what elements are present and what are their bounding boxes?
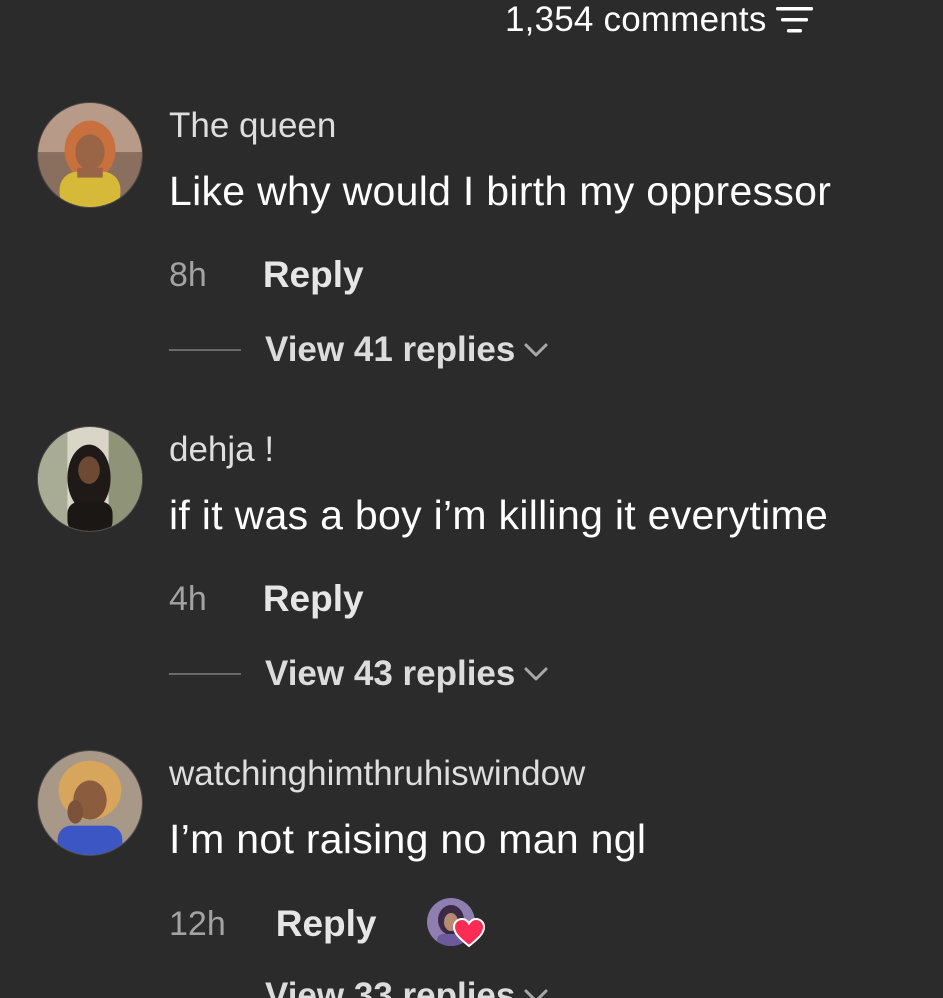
comment-meta: 12h Reply <box>169 898 485 950</box>
divider-line <box>169 673 241 675</box>
view-replies-row: View 33 replies <box>169 976 549 998</box>
avatar[interactable] <box>37 750 143 856</box>
chevron-down-icon <box>524 343 548 357</box>
avatar[interactable] <box>37 426 143 532</box>
comment-time: 8h <box>169 255 207 294</box>
comment-username[interactable]: The queen <box>169 106 336 146</box>
view-replies-label: View 43 replies <box>265 654 516 693</box>
comment-text: I’m not raising no man ngl <box>169 816 647 862</box>
comment-meta: 4h Reply <box>169 578 364 620</box>
comment-count: 1,354 comments <box>505 0 767 39</box>
filter-lines-icon[interactable] <box>775 4 815 36</box>
view-replies-button[interactable]: View 43 replies <box>265 654 549 694</box>
comment-username[interactable]: dehja ! <box>169 430 274 470</box>
comment-text: Like why would I birth my oppressor <box>169 168 832 214</box>
comment-meta: 8h Reply <box>169 254 364 296</box>
view-replies-label: View 33 replies <box>265 976 516 998</box>
reply-button[interactable]: Reply <box>276 903 377 945</box>
comment-text: if it was a boy i’m killing it everytime <box>169 492 829 538</box>
avatar[interactable] <box>37 102 143 208</box>
comments-panel: 1,354 comments The queen Like why would … <box>0 0 943 998</box>
creator-liked-badge <box>426 898 485 950</box>
comments-header: 1,354 comments <box>505 0 815 40</box>
comment-username[interactable]: watchinghimthruhiswindow <box>169 754 585 794</box>
comment-time: 12h <box>169 904 226 943</box>
chevron-down-icon <box>524 667 548 681</box>
chevron-down-icon <box>524 989 548 998</box>
heart-icon <box>452 918 485 948</box>
view-replies-label: View 41 replies <box>265 330 516 369</box>
reply-button[interactable]: Reply <box>263 254 364 296</box>
view-replies-button[interactable]: View 41 replies <box>265 330 549 370</box>
divider-line <box>169 349 241 351</box>
view-replies-button[interactable]: View 33 replies <box>265 976 549 998</box>
view-replies-row: View 43 replies <box>169 654 549 694</box>
comment-time: 4h <box>169 579 207 618</box>
view-replies-row: View 41 replies <box>169 330 549 370</box>
reply-button[interactable]: Reply <box>263 578 364 620</box>
